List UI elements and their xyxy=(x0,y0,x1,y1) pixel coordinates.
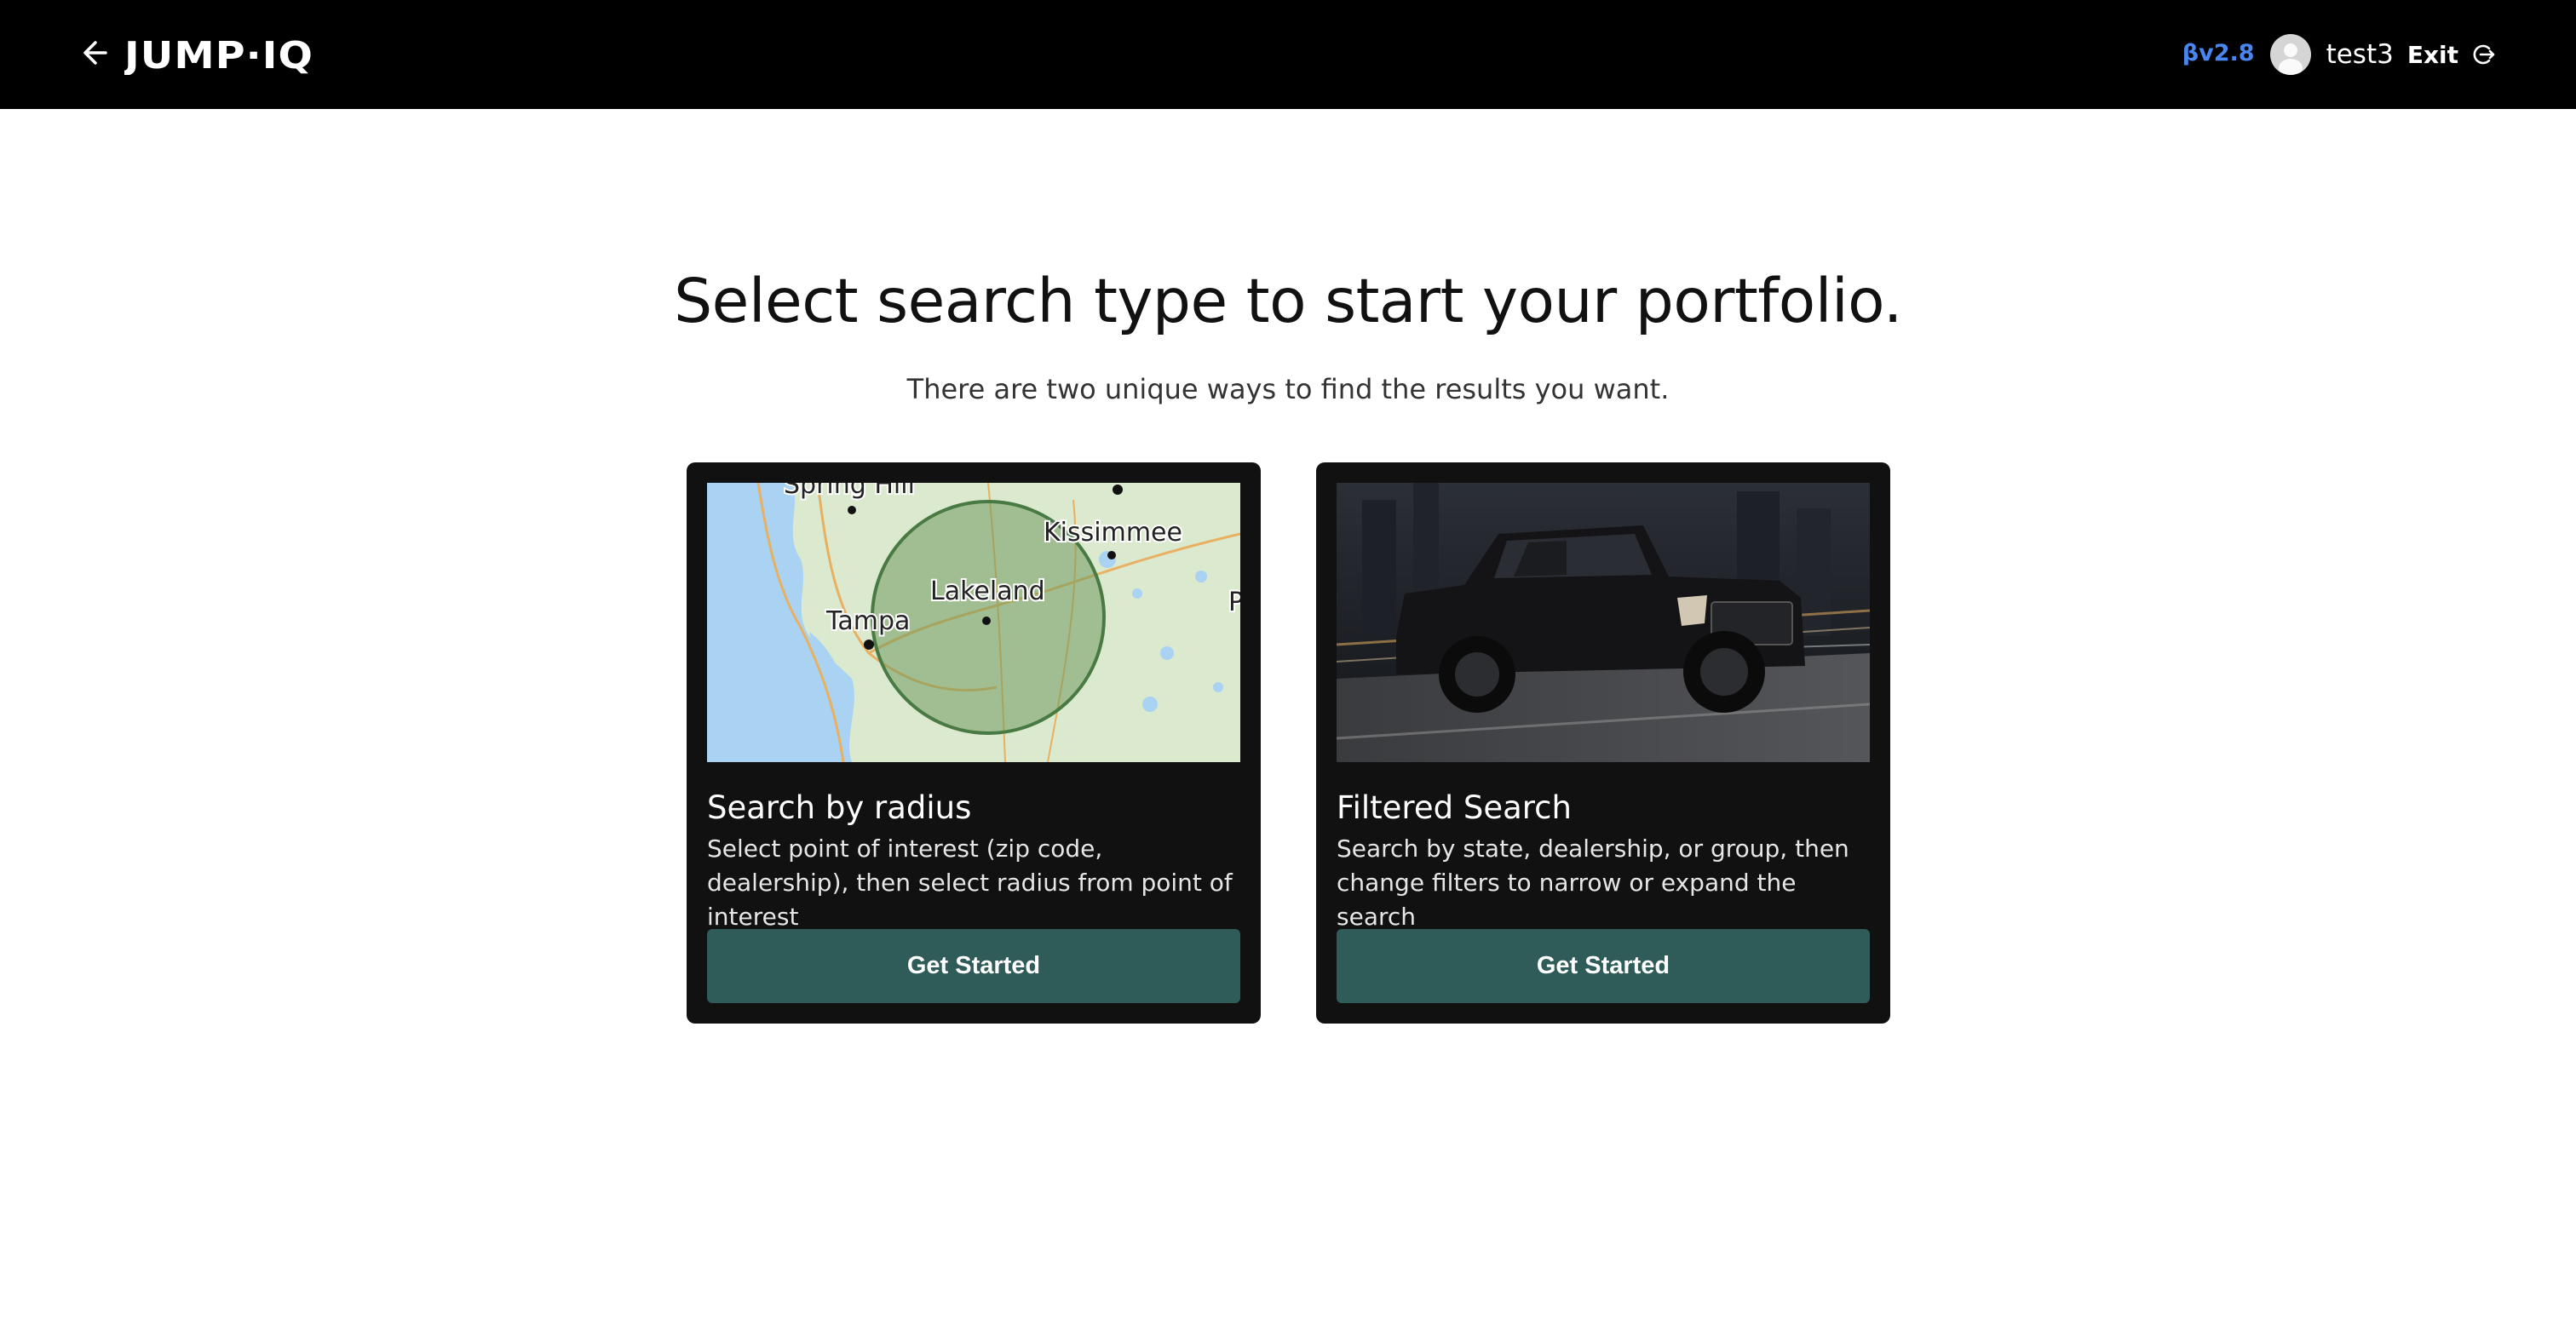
pickup-truck-photo xyxy=(1337,483,1870,762)
back-button[interactable] xyxy=(80,34,118,72)
map-radius-illustration: Spring Hill Kissimmee Lakeland Tampa P xyxy=(707,483,1240,762)
map-label-spring-hill: Spring Hill xyxy=(784,483,915,500)
username[interactable]: test3 xyxy=(2326,39,2394,70)
exit-button[interactable]: Exit xyxy=(2407,41,2458,69)
svg-text:JUMP·IQ: JUMP·IQ xyxy=(124,34,313,75)
card-description: Select point of interest (zip code, deal… xyxy=(707,835,1233,931)
page-title: Select search type to start your portfol… xyxy=(674,266,1902,336)
filtered-search-card: Filtered Search Search by state, dealers… xyxy=(1316,462,1890,1024)
version-badge: βv2.8 xyxy=(2182,39,2255,66)
search-by-radius-card: Spring Hill Kissimmee Lakeland Tampa P S… xyxy=(687,462,1261,1024)
get-started-filtered-button[interactable]: Get Started xyxy=(1337,929,1870,1003)
card-description: Search by state, dealership, or group, t… xyxy=(1337,835,1849,931)
page-subtitle: There are two unique ways to find the re… xyxy=(906,373,1670,405)
arrow-left-icon xyxy=(83,41,107,65)
top-navbar: JUMP·IQ βv2.8 test3 Exit xyxy=(0,0,2576,109)
get-started-radius-button[interactable]: Get Started xyxy=(707,929,1240,1003)
user-avatar-icon[interactable] xyxy=(2269,34,2311,75)
map-label-lakeland: Lakeland xyxy=(930,576,1045,606)
map-label-edge: P xyxy=(1228,588,1240,617)
card-title: Search by radius xyxy=(707,789,972,826)
logout-icon[interactable] xyxy=(2470,42,2496,67)
card-title: Filtered Search xyxy=(1337,789,1572,826)
map-label-tampa: Tampa xyxy=(825,606,910,636)
map-label-kissimmee: Kissimmee xyxy=(1044,518,1182,548)
jump-iq-logo[interactable]: JUMP·IQ xyxy=(124,32,316,75)
